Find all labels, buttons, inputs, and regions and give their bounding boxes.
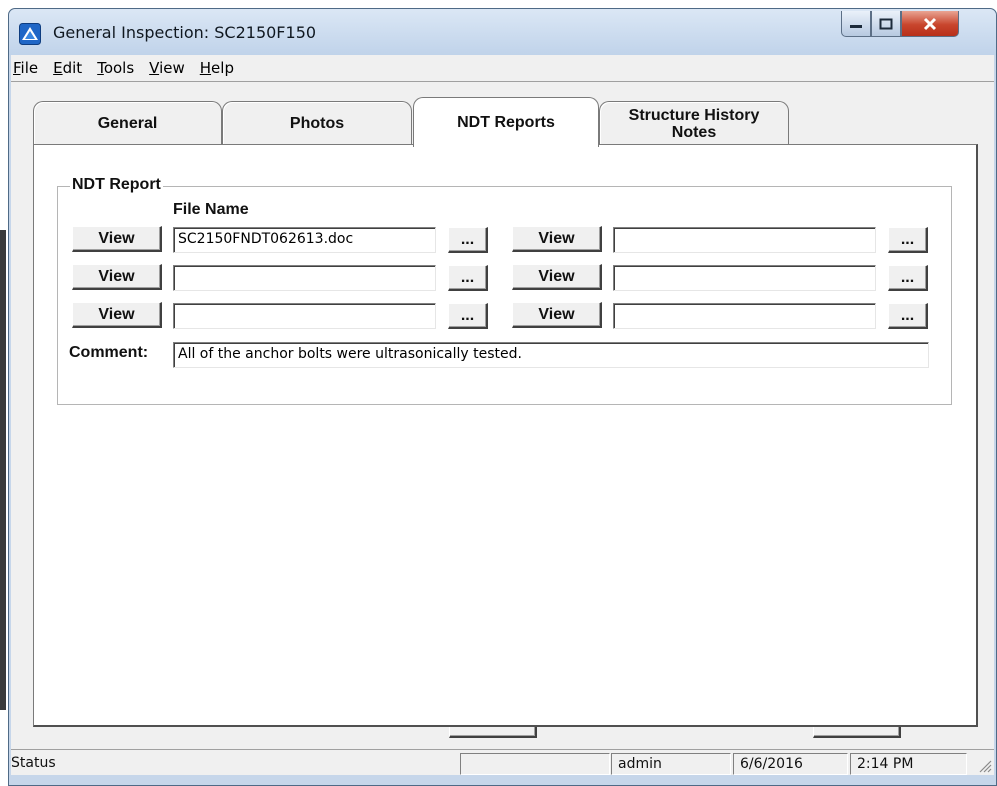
menu-help[interactable]: Help bbox=[192, 59, 241, 77]
menu-file-accel: F bbox=[13, 59, 21, 77]
menu-bar: File Edit Tools View Help bbox=[11, 55, 994, 81]
view-button-1-left[interactable]: View bbox=[72, 226, 162, 252]
status-time: 2:14 PM bbox=[850, 753, 967, 775]
maximize-button[interactable] bbox=[871, 11, 901, 37]
app-icon[interactable] bbox=[19, 23, 41, 45]
view-button-3-right[interactable]: View bbox=[512, 302, 602, 328]
minimize-button[interactable] bbox=[841, 11, 871, 37]
status-pane-empty bbox=[460, 753, 610, 775]
inspection-window: General Inspection: SC2150F150 File Edit… bbox=[8, 8, 997, 786]
browse-button-2-right[interactable]: ... bbox=[888, 265, 928, 291]
file-name-field-2-left[interactable] bbox=[173, 265, 436, 291]
window-title: General Inspection: SC2150F150 bbox=[53, 23, 317, 42]
menu-edit[interactable]: Edit bbox=[45, 59, 89, 77]
comment-field[interactable]: All of the anchor bolts were ultrasonica… bbox=[173, 342, 929, 368]
file-name-field-2-right[interactable] bbox=[613, 265, 876, 291]
status-bar: Status admin 6/6/2016 2:14 PM bbox=[11, 749, 994, 775]
comment-label: Comment: bbox=[69, 344, 149, 361]
menu-tools-rest: ools bbox=[103, 59, 135, 77]
file-name-field-1-left[interactable]: SC2150FNDT062613.doc bbox=[173, 227, 436, 253]
tab-control: General Photos NDT Reports Structure His… bbox=[33, 97, 978, 727]
ndt-report-title: NDT Report bbox=[70, 176, 163, 194]
client-area: File Edit Tools View Help General Photos… bbox=[11, 55, 994, 775]
file-name-field-1-right[interactable] bbox=[613, 227, 876, 253]
view-button-3-left[interactable]: View bbox=[72, 302, 162, 328]
tab-ndt-reports[interactable]: NDT Reports bbox=[413, 97, 599, 147]
view-button-1-right[interactable]: View bbox=[512, 226, 602, 252]
menu-help-rest: elp bbox=[211, 59, 234, 77]
view-button-2-right[interactable]: View bbox=[512, 264, 602, 290]
browse-button-1-right[interactable]: ... bbox=[888, 227, 928, 253]
title-bar[interactable]: General Inspection: SC2150F150 bbox=[9, 9, 996, 55]
resize-grip-icon[interactable] bbox=[976, 757, 992, 773]
tab-structure-history-notes[interactable]: Structure History Notes bbox=[599, 101, 789, 145]
menu-view-accel: V bbox=[149, 59, 160, 77]
menu-tools-accel: T bbox=[97, 59, 104, 77]
menu-file-rest: ile bbox=[20, 59, 39, 77]
desktop-edge-bar bbox=[0, 230, 6, 710]
ndt-reports-page: NDT Report File Name View SC2150FNDT0626… bbox=[33, 144, 978, 727]
menu-tools[interactable]: Tools bbox=[89, 59, 141, 77]
menu-help-accel: H bbox=[199, 59, 212, 77]
tab-photos[interactable]: Photos bbox=[222, 101, 412, 145]
status-user: admin bbox=[611, 753, 731, 775]
menu-view-rest: iew bbox=[159, 59, 185, 77]
ndt-report-group: NDT Report File Name View SC2150FNDT0626… bbox=[57, 176, 952, 405]
menu-view[interactable]: View bbox=[141, 59, 192, 77]
view-button-2-left[interactable]: View bbox=[72, 264, 162, 290]
menu-file[interactable]: File bbox=[11, 59, 45, 77]
browse-button-2-left[interactable]: ... bbox=[448, 265, 488, 291]
close-window-button[interactable] bbox=[901, 11, 959, 37]
maximize-icon bbox=[879, 18, 893, 29]
browse-button-3-left[interactable]: ... bbox=[448, 303, 488, 329]
menu-edit-rest: dit bbox=[62, 59, 83, 77]
tab-general[interactable]: General bbox=[33, 101, 222, 145]
file-name-header: File Name bbox=[173, 201, 249, 218]
status-date: 6/6/2016 bbox=[733, 753, 848, 775]
file-name-field-3-left[interactable] bbox=[173, 303, 436, 329]
menu-edit-accel: E bbox=[53, 59, 63, 77]
browse-button-1-left[interactable]: ... bbox=[448, 227, 488, 253]
file-name-field-3-right[interactable] bbox=[613, 303, 876, 329]
browse-button-3-right[interactable]: ... bbox=[888, 303, 928, 329]
close-icon bbox=[923, 17, 937, 30]
minimize-icon bbox=[850, 24, 862, 28]
menu-separator bbox=[11, 81, 994, 82]
status-text: Status bbox=[11, 755, 56, 771]
